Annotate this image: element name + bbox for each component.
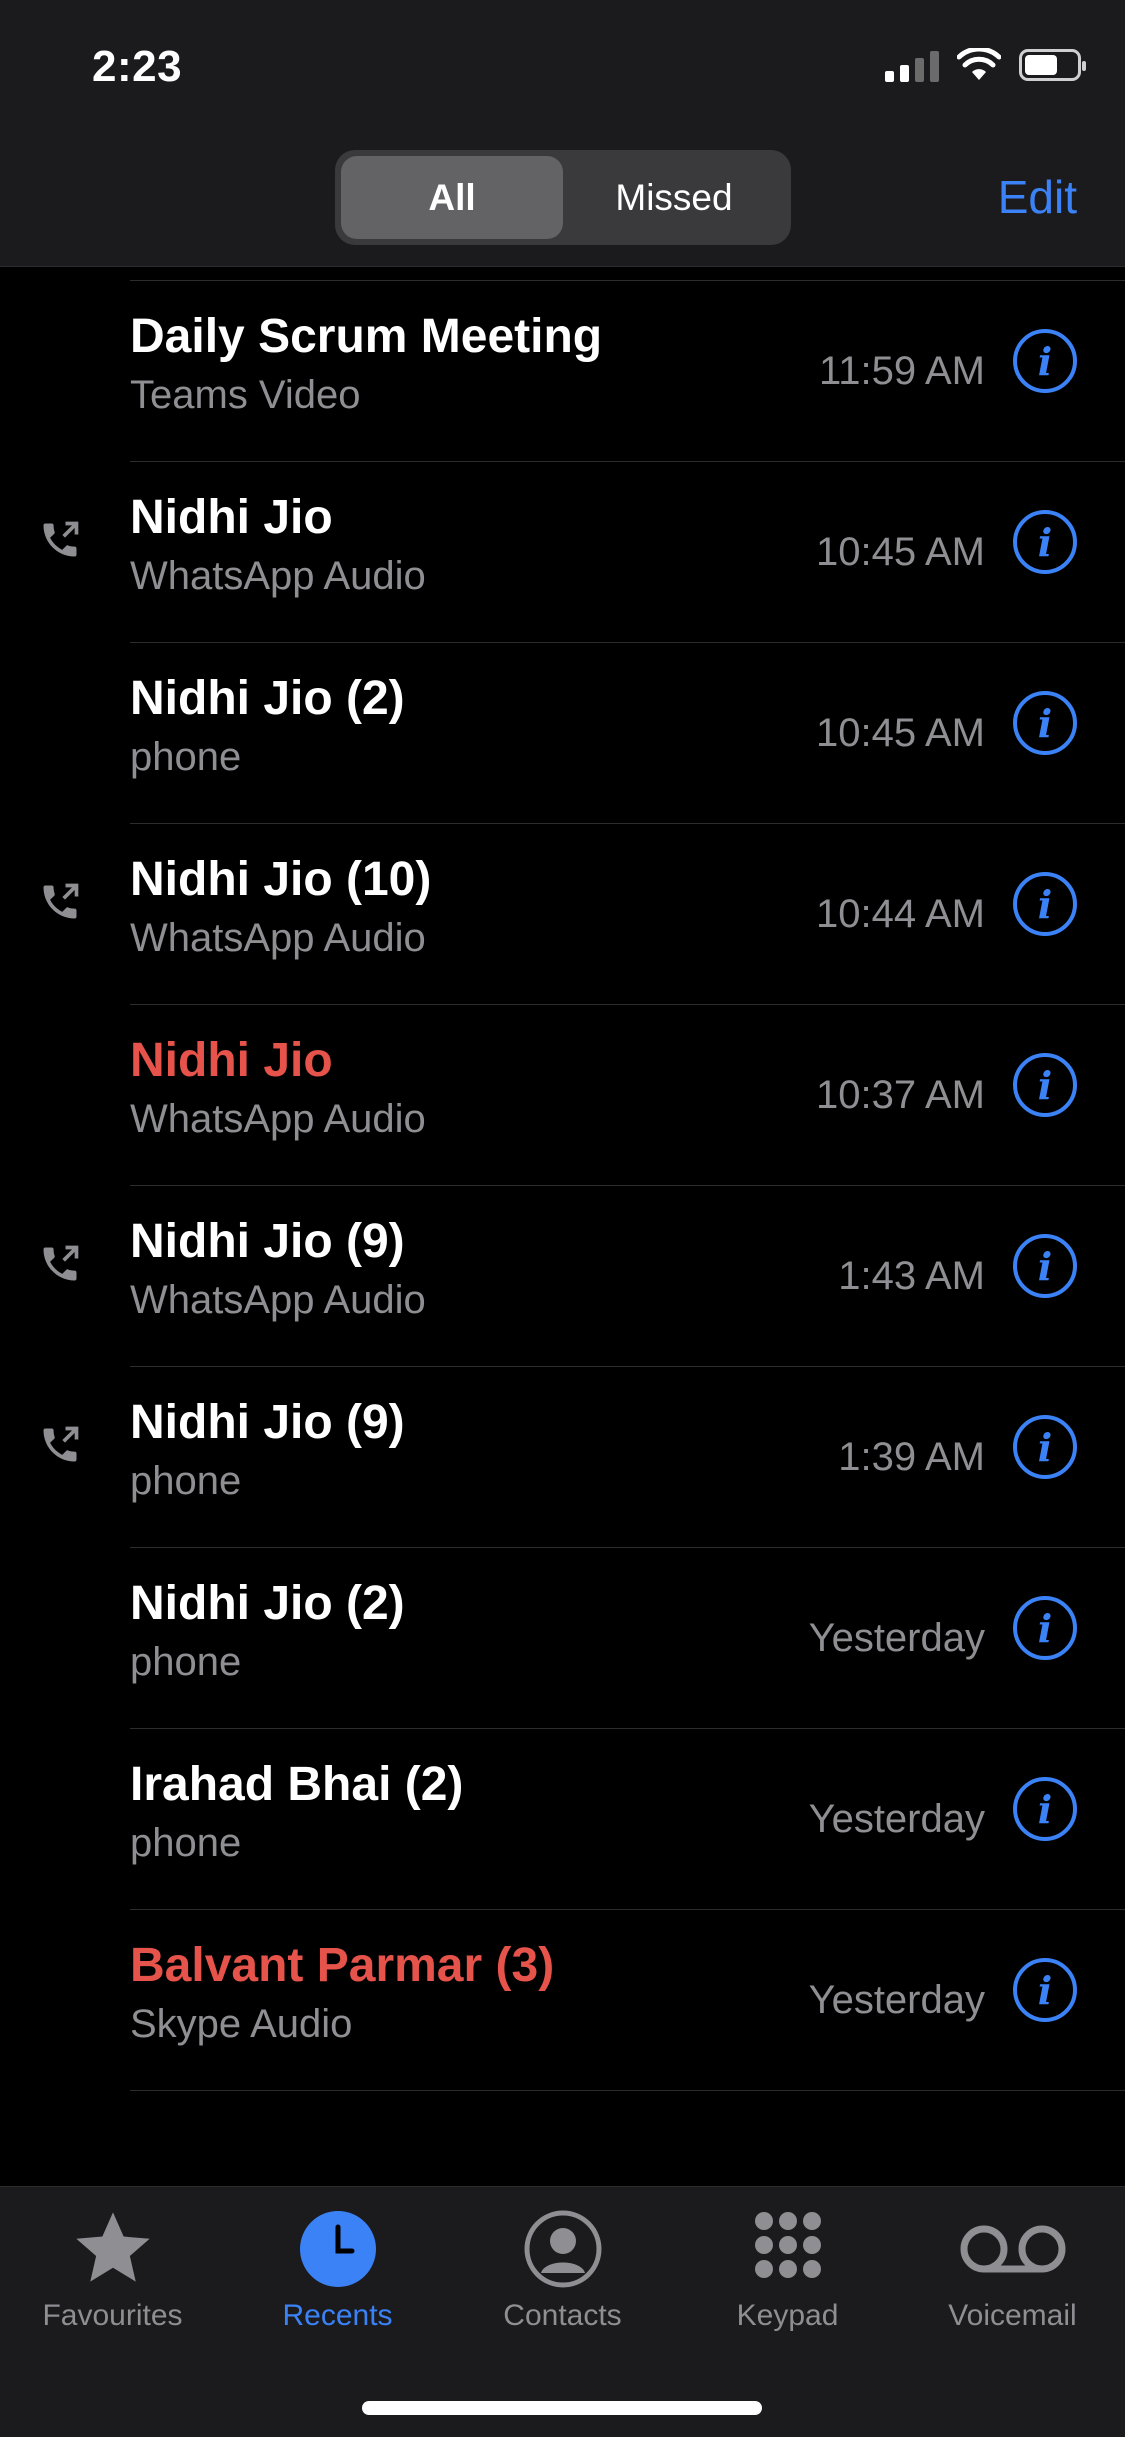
call-time: 10:44 AM [815, 892, 985, 936]
outgoing-call-icon [38, 518, 82, 562]
call-type: WhatsApp Audio [130, 1097, 426, 1141]
caller-name: Nidhi Jio (9) [130, 1215, 405, 1268]
info-icon[interactable]: i [1013, 1053, 1077, 1117]
info-icon[interactable]: i [1013, 329, 1077, 393]
tab-voicemail[interactable]: Voicemail [900, 2205, 1125, 2333]
outgoing-call-icon [38, 1423, 82, 1467]
call-row[interactable]: Nidhi Jio (9) phone 1:39 AM i [0, 1367, 1125, 1548]
call-row[interactable]: Irahad Bhai (2) phone Yesterday i [0, 1729, 1125, 1910]
tab-bar: Favourites Recents Contacts Keypad Voice… [0, 2186, 1125, 2437]
caller-name: Nidhi Jio (2) [130, 672, 405, 725]
call-type: Teams Video [130, 373, 361, 417]
battery-icon [1019, 49, 1086, 81]
call-type: Skype Audio [130, 2002, 353, 2046]
call-time: Yesterday [808, 1797, 985, 1841]
call-row[interactable]: Nidhi Jio (10) WhatsApp Audio 10:44 AM i [0, 824, 1125, 1005]
edit-button[interactable]: Edit [998, 170, 1077, 224]
recents-filter-segmented-control: All Missed [335, 150, 791, 245]
tab-recents[interactable]: Recents [225, 2205, 450, 2333]
tab-contacts-label: Contacts [503, 2299, 622, 2332]
status-icons [885, 48, 1086, 82]
call-type: WhatsApp Audio [130, 916, 426, 960]
segment-all[interactable]: All [341, 156, 563, 239]
home-indicator[interactable] [362, 2401, 762, 2415]
outgoing-call-icon [38, 880, 82, 924]
call-time: 10:45 AM [815, 711, 985, 755]
info-icon[interactable]: i [1013, 1234, 1077, 1298]
tab-keypad-label: Keypad [736, 2299, 839, 2332]
info-icon[interactable]: i [1013, 510, 1077, 574]
call-row[interactable]: Nidhi Jio (2) phone 10:45 AM i [0, 643, 1125, 824]
call-row[interactable]: Nidhi Jio WhatsApp Audio 10:37 AM i [0, 1005, 1125, 1186]
call-type: WhatsApp Audio [130, 554, 426, 598]
caller-name: Nidhi Jio (10) [130, 853, 432, 906]
call-time: 1:43 AM [838, 1254, 985, 1298]
call-time: 10:45 AM [815, 530, 985, 574]
caller-name: Daily Scrum Meeting [130, 310, 603, 363]
wifi-icon [957, 48, 1001, 80]
call-time: Yesterday [808, 1616, 985, 1660]
caller-name: Balvant Parmar (3) [130, 1939, 555, 1992]
row-divider [130, 2090, 1125, 2091]
tab-recents-label: Recents [282, 2299, 393, 2332]
segment-missed[interactable]: Missed [563, 156, 785, 239]
call-type: phone [130, 1640, 242, 1684]
cellular-signal-icon [885, 48, 939, 82]
call-type: phone [130, 735, 242, 779]
call-row[interactable]: Daily Scrum Meeting Teams Video 11:59 AM i [0, 281, 1125, 462]
outgoing-call-icon [38, 1242, 82, 1286]
call-row[interactable]: Nidhi Jio (9) WhatsApp Audio 1:43 AM i [0, 1186, 1125, 1367]
caller-name: Nidhi Jio [130, 491, 333, 544]
call-time: 11:59 AM [818, 349, 985, 393]
status-time: 2:23 [92, 42, 183, 91]
keypad-icon [754, 2212, 821, 2278]
navigation-bar: 2:23 All Missed Edit [0, 0, 1125, 267]
call-row[interactable]: Nidhi Jio WhatsApp Audio 10:45 AM i [0, 462, 1125, 643]
tab-contacts[interactable]: Contacts [450, 2205, 675, 2333]
voicemail-icon [960, 2225, 1065, 2273]
caller-name: Nidhi Jio [130, 1034, 333, 1087]
call-time: 10:37 AM [815, 1073, 985, 1117]
tab-keypad[interactable]: Keypad [675, 2205, 900, 2333]
info-icon[interactable]: i [1013, 1958, 1077, 2022]
contact-icon [524, 2210, 601, 2288]
info-icon[interactable]: i [1013, 1415, 1077, 1479]
clock-icon [299, 2211, 376, 2287]
caller-name: Nidhi Jio (2) [130, 1577, 405, 1630]
call-row[interactable]: Nidhi Jio (2) phone Yesterday i [0, 1548, 1125, 1729]
call-time: 1:39 AM [838, 1435, 985, 1479]
tab-favourites[interactable]: Favourites [0, 2205, 225, 2333]
call-time: Yesterday [808, 1978, 985, 2022]
call-type: WhatsApp Audio [130, 1278, 426, 1322]
call-type: phone [130, 1459, 242, 1503]
call-type: phone [130, 1821, 242, 1865]
tab-voicemail-label: Voicemail [948, 2299, 1077, 2332]
call-row[interactable]: Balvant Parmar (3) Skype Audio Yesterday i [0, 1910, 1125, 2091]
star-icon [75, 2212, 150, 2282]
caller-name: Irahad Bhai (2) [130, 1758, 464, 1811]
tab-favourites-label: Favourites [42, 2299, 183, 2332]
info-icon[interactable]: i [1013, 1777, 1077, 1841]
info-icon[interactable]: i [1013, 691, 1077, 755]
info-icon[interactable]: i [1013, 1596, 1077, 1660]
info-icon[interactable]: i [1013, 872, 1077, 936]
caller-name: Nidhi Jio (9) [130, 1396, 405, 1449]
recents-list: +91 22-50800232Mumbai, Maharashtra12:04 … [0, 129, 1125, 2091]
